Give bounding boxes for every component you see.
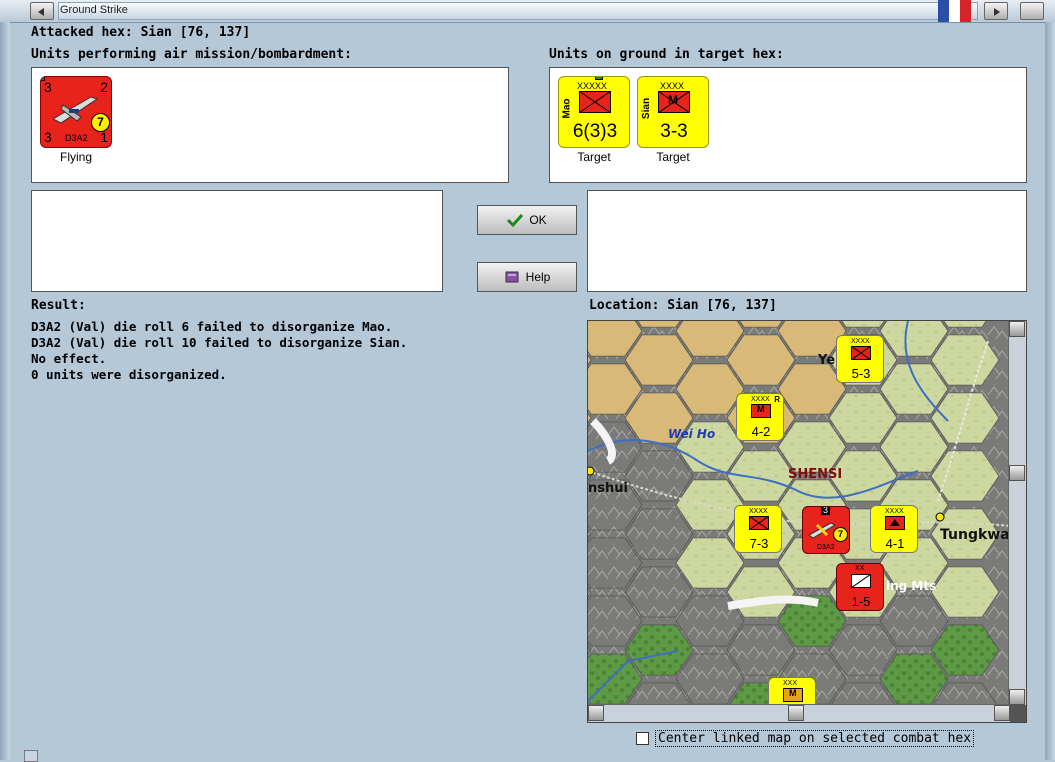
scroll-left-button[interactable] bbox=[30, 2, 54, 20]
counter-strength: 7-3 bbox=[749, 536, 769, 551]
location-map[interactable]: SHENSI Wei Ho Tungkwa Ye nshui ing Mts X… bbox=[587, 320, 1027, 723]
center-map-label[interactable]: Center linked map on selected combat hex bbox=[655, 730, 975, 747]
right-frame bbox=[1045, 22, 1055, 760]
cavalry-symbol-icon bbox=[885, 516, 905, 530]
infantry-symbol-icon bbox=[579, 91, 611, 113]
scroll-left-button[interactable] bbox=[588, 705, 604, 721]
result-label: Result: bbox=[31, 298, 86, 313]
map-city-label: nshui bbox=[588, 481, 628, 496]
ground-unit-mao[interactable]: XXXXX Mao 6(3)3 bbox=[558, 76, 630, 148]
unit-type-letter: M bbox=[668, 93, 678, 107]
ground-units-panel: XXXXX Mao 6(3)3 Target XXXX Sian M 3-3 T… bbox=[549, 67, 1027, 183]
help-button[interactable]: Help bbox=[477, 262, 577, 292]
counter-bottom-right: 1 bbox=[100, 129, 108, 145]
map-mountain-label: ing Mts bbox=[886, 579, 937, 593]
map-horizontal-scrollbar[interactable] bbox=[588, 704, 1010, 722]
map-counter[interactable]: XXXX 4-1 bbox=[870, 505, 918, 553]
unit-size: XXXXX bbox=[577, 81, 608, 91]
ground-unit-sian[interactable]: XXXX Sian M 3-3 bbox=[637, 76, 709, 148]
air-unit-caption: Flying bbox=[59, 150, 92, 164]
title-bar: Ground Strike bbox=[0, 0, 1055, 23]
air-units-panel: 3 2 7 3 D3A2 1 Flying bbox=[31, 67, 509, 183]
map-vertical-scrollbar[interactable] bbox=[1008, 321, 1026, 705]
counter-stack: 3 bbox=[821, 506, 831, 515]
counter-size: XXXX bbox=[751, 396, 770, 403]
unit-strength: 3-3 bbox=[660, 121, 688, 142]
attacked-hex-label: Attacked hex: Sian [76, 137] bbox=[31, 25, 251, 40]
result-line: 0 units were disorganized. bbox=[31, 367, 227, 382]
ok-button[interactable]: OK bbox=[477, 205, 577, 235]
vertical-scroll-thumb[interactable] bbox=[1009, 465, 1025, 481]
unit-strength: 6(3)3 bbox=[572, 121, 618, 142]
scroll-down-button[interactable] bbox=[1009, 689, 1025, 705]
map-counter[interactable]: XXXX 5-3 bbox=[836, 335, 884, 383]
map-counter[interactable]: XX 1-5 bbox=[836, 563, 884, 611]
result-line: D3A2 (Val) die roll 10 failed to disorga… bbox=[31, 335, 408, 350]
counter-size: XX bbox=[855, 565, 865, 572]
dive-bomber-icon bbox=[808, 522, 837, 539]
french-flag-icon bbox=[938, 0, 972, 22]
counter-strength: 1-5 bbox=[851, 594, 871, 609]
map-city-label: Tungkwa bbox=[940, 527, 1010, 543]
counter-size: XXXX bbox=[885, 508, 904, 515]
infantry-symbol-icon bbox=[851, 346, 871, 360]
defender-message-box bbox=[587, 190, 1027, 292]
infantry-symbol-icon bbox=[749, 516, 769, 530]
counter-size: XXXX bbox=[749, 508, 768, 515]
map-city-label: Ye bbox=[818, 353, 836, 368]
unit-size: XXXX bbox=[660, 81, 685, 91]
counter-type-letter: M bbox=[757, 404, 765, 414]
counter-strength: 5-3 bbox=[851, 366, 871, 381]
unit-name: Mao bbox=[561, 98, 573, 119]
hex-map-canvas[interactable] bbox=[588, 321, 1010, 705]
scroll-up-button[interactable] bbox=[1009, 321, 1025, 337]
unit-name: Sian bbox=[641, 97, 653, 120]
map-air-counter[interactable]: 3 7 D3A2 bbox=[802, 506, 850, 554]
counter-bottom-left: 3 bbox=[44, 129, 52, 145]
garrison-symbol-icon bbox=[851, 574, 871, 588]
counter-size: XXX bbox=[783, 680, 798, 687]
ground-units-label: Units on ground in target hex: bbox=[549, 47, 784, 62]
close-window-button[interactable] bbox=[1020, 2, 1044, 20]
air-units-label: Units performing air mission/bombardment… bbox=[31, 47, 352, 62]
map-river-label: Wei Ho bbox=[668, 427, 716, 441]
resize-grip-icon[interactable] bbox=[24, 750, 38, 762]
result-line: No effect. bbox=[31, 351, 107, 366]
center-map-checkbox[interactable] bbox=[636, 732, 649, 745]
left-frame bbox=[0, 22, 10, 760]
help-book-icon bbox=[505, 271, 519, 283]
result-text: D3A2 (Val) die roll 6 failed to disorgan… bbox=[31, 319, 407, 383]
result-line: D3A2 (Val) die roll 6 failed to disorgan… bbox=[31, 319, 393, 334]
location-label: Location: Sian [76, 137] bbox=[589, 298, 777, 313]
horizontal-scroll-thumb[interactable] bbox=[788, 705, 804, 721]
air-unit-counter[interactable]: 3 2 7 3 D3A2 1 bbox=[40, 76, 112, 148]
help-label: Help bbox=[525, 270, 551, 284]
window-title: Ground Strike bbox=[60, 4, 128, 16]
center-map-option[interactable]: Center linked map on selected combat hex bbox=[636, 730, 975, 747]
counter-strength: 4-2 bbox=[751, 424, 771, 439]
counter-size: XXXX bbox=[851, 338, 870, 345]
map-counter[interactable]: XXXX 7-3 bbox=[734, 505, 782, 553]
map-region-label: SHENSI bbox=[788, 467, 843, 482]
ground-unit-caption: Target bbox=[577, 150, 611, 164]
checkmark-icon bbox=[507, 213, 524, 227]
scroll-right-button[interactable] bbox=[984, 2, 1008, 20]
scroll-right-button[interactable] bbox=[994, 705, 1010, 721]
map-counter[interactable]: XXXX R M 4-2 bbox=[736, 393, 784, 441]
counter-type-letter: M bbox=[789, 688, 797, 698]
ok-label: OK bbox=[529, 213, 547, 227]
status-marker-icon bbox=[595, 77, 603, 80]
ground-unit-caption: Target bbox=[656, 150, 690, 164]
counter-strength: 4-1 bbox=[885, 536, 905, 551]
counter-extra: R bbox=[774, 395, 780, 404]
attacker-message-box bbox=[31, 190, 443, 292]
counter-type-name: D3A2 bbox=[817, 544, 835, 551]
title-track bbox=[58, 2, 978, 20]
counter-type-name: D3A2 bbox=[65, 133, 88, 143]
badge-icon: 7 bbox=[833, 527, 848, 542]
